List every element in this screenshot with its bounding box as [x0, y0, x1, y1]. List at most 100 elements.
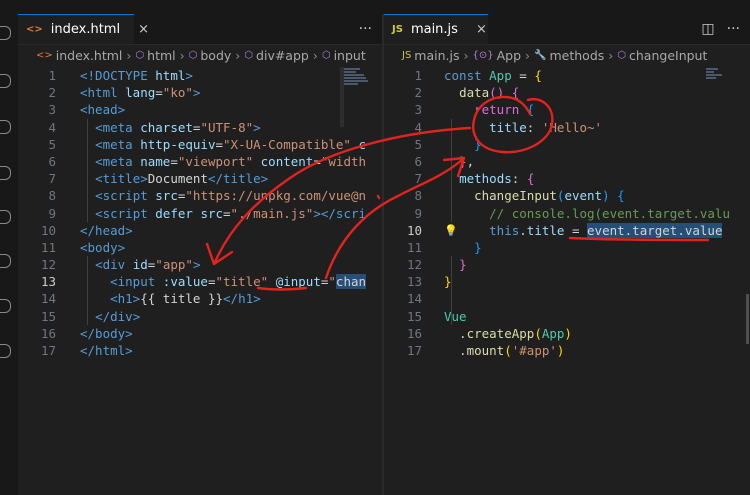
split-editor-icon[interactable]: ◫: [701, 21, 714, 37]
more-actions-icon[interactable]: ···: [727, 21, 740, 37]
line-number: 7: [414, 171, 422, 187]
line-number: 11: [406, 239, 422, 255]
line-number: 2: [48, 85, 56, 101]
code-line[interactable]: 1 <!DOCTYPE html>: [18, 67, 382, 84]
code-line[interactable]: 1 const App = {: [384, 67, 750, 84]
code-text: <script src="https://unpkg.com/vue@n: [95, 188, 367, 204]
breadcrumb-separator: ›: [126, 47, 132, 63]
activity-icon-1[interactable]: [0, 26, 11, 40]
breadcrumb-item[interactable]: index.html: [56, 48, 123, 63]
more-actions-icon[interactable]: ···: [359, 21, 372, 37]
code-line[interactable]: 6 <meta name="viewport" content="width: [18, 153, 382, 170]
code-line[interactable]: 7 methods: {: [384, 170, 750, 187]
code-text: <meta http-equiv="X-UA-Compatible" c: [95, 136, 367, 152]
close-icon[interactable]: ×: [476, 22, 487, 37]
code-text: Vue: [444, 308, 467, 324]
code-line[interactable]: 17 </html>: [18, 342, 382, 359]
code-line[interactable]: 3 <head>: [18, 101, 382, 118]
code-line[interactable]: 11 <body>: [18, 239, 382, 256]
code-line[interactable]: 5 }: [384, 136, 750, 153]
code-line[interactable]: 10 </head>: [18, 222, 382, 239]
right-tab-bar: JS main.js × ◫ ···: [384, 14, 750, 45]
html-file-icon: <>: [26, 24, 43, 35]
line-number: 8: [48, 188, 56, 204]
tab-main-js[interactable]: JS main.js ×: [384, 14, 488, 44]
code-line[interactable]: 13}: [384, 273, 750, 290]
code-line[interactable]: 17 .mount('#app'): [384, 342, 750, 359]
breadcrumb-item[interactable]: main.js: [414, 48, 459, 63]
scrollbar[interactable]: [746, 294, 749, 344]
minimap[interactable]: [344, 67, 378, 127]
line-number: 13: [406, 274, 422, 290]
code-text: <meta charset="UTF-8">: [95, 119, 261, 135]
breadcrumb-item[interactable]: methods: [549, 48, 604, 63]
breadcrumb-item[interactable]: html: [147, 48, 175, 63]
code-line[interactable]: 13 <input :value="title" @input="chan: [18, 273, 382, 290]
code-text: return {: [474, 102, 535, 118]
code-area[interactable]: 1 <!DOCTYPE html> 2 <html lang="ko"> 3 <head>…: [18, 67, 382, 359]
line-number: 10: [406, 222, 422, 238]
activity-icon-4[interactable]: [0, 166, 11, 180]
activity-icon-6[interactable]: [0, 254, 11, 268]
breadcrumb-separator: ›: [463, 47, 469, 63]
activity-icon-2[interactable]: [0, 74, 11, 88]
line-number: 12: [406, 257, 422, 273]
code-text: <script defer src="./main.js"></scri: [95, 205, 367, 221]
code-line[interactable]: 3 return {: [384, 101, 750, 118]
code-text: <meta name="viewport" content="width: [95, 153, 367, 169]
code-line[interactable]: 15 Vue: [384, 308, 750, 325]
activity-icon-7[interactable]: [0, 299, 11, 313]
breadcrumb-item[interactable]: changeInput: [629, 48, 707, 63]
js-file-icon: JS: [392, 24, 403, 35]
tab-index-html[interactable]: <> index.html ×: [18, 14, 149, 44]
code-line[interactable]: 11 }: [384, 239, 750, 256]
code-line[interactable]: 2 data() {: [384, 84, 750, 101]
indent-guide: [87, 256, 88, 325]
code-line[interactable]: 14: [384, 290, 750, 307]
code-line[interactable]: 10 this.title = event.target.value 💡: [384, 222, 750, 239]
code-text: <head>: [80, 102, 126, 118]
code-area[interactable]: 1 const App = {2 data() {3 return {4 titl…: [384, 67, 750, 359]
code-line[interactable]: 12 <div id="app">: [18, 256, 382, 273]
activity-icon-8[interactable]: [0, 344, 11, 358]
breadcrumb-symbol-icon: ⬡: [244, 49, 254, 61]
scrollbar[interactable]: [340, 67, 344, 127]
editor-pane-index-html: <> index.html × ··· <> index.html › ⬡ html › ⬡…: [18, 14, 382, 495]
breadcrumb-item[interactable]: input: [334, 48, 366, 63]
code-line[interactable]: 8 <script src="https://unpkg.com/vue@n: [18, 187, 382, 204]
line-number: 1: [414, 68, 422, 83]
code-line[interactable]: 2 <html lang="ko">: [18, 84, 382, 101]
tab-label: main.js: [410, 22, 458, 37]
line-number: 17: [406, 343, 422, 358]
breadcrumb-symbol-icon: ⬡: [617, 49, 627, 61]
activity-icon-5[interactable]: [0, 210, 11, 224]
breadcrumb-item[interactable]: body: [200, 48, 231, 63]
code-line[interactable]: 15 </div>: [18, 308, 382, 325]
code-line[interactable]: 12 }: [384, 256, 750, 273]
code-line[interactable]: 14 <h1>{{ title }}</h1>: [18, 290, 382, 307]
code-line[interactable]: 16 .createApp(App): [384, 325, 750, 342]
code-line[interactable]: 8 changeInput(event) {: [384, 187, 750, 204]
code-text: changeInput(event) {: [474, 188, 625, 204]
code-line[interactable]: 4 <meta charset="UTF-8">: [18, 119, 382, 136]
breadcrumb-item[interactable]: div#app: [256, 48, 309, 63]
line-number: 8: [414, 188, 422, 204]
code-line[interactable]: 7 <title>Document</title>: [18, 170, 382, 187]
breadcrumb-symbol-icon: <>: [36, 49, 53, 61]
code-line[interactable]: 5 <meta http-equiv="X-UA-Compatible" c: [18, 136, 382, 153]
code-text: title: 'Hello~': [489, 119, 603, 135]
breadcrumb-symbol-icon: {⊙}: [472, 49, 494, 61]
code-line[interactable]: 9 <script defer src="./main.js"></scri: [18, 205, 382, 222]
code-line[interactable]: 6 },: [384, 153, 750, 170]
activity-icon-3[interactable]: [0, 120, 11, 134]
code-line[interactable]: 9 // console.log(event.target.valu: [384, 205, 750, 222]
code-text: <input :value="title" @input="chan: [110, 274, 367, 290]
code-line[interactable]: 16 </body>: [18, 325, 382, 342]
lightbulb-icon[interactable]: 💡: [444, 222, 458, 239]
line-number: 7: [48, 171, 56, 187]
minimap[interactable]: [706, 67, 740, 127]
breadcrumb-separator: ›: [525, 47, 531, 63]
close-icon[interactable]: ×: [138, 22, 149, 37]
breadcrumb-item[interactable]: App: [497, 48, 521, 63]
code-line[interactable]: 4 title: 'Hello~': [384, 119, 750, 136]
